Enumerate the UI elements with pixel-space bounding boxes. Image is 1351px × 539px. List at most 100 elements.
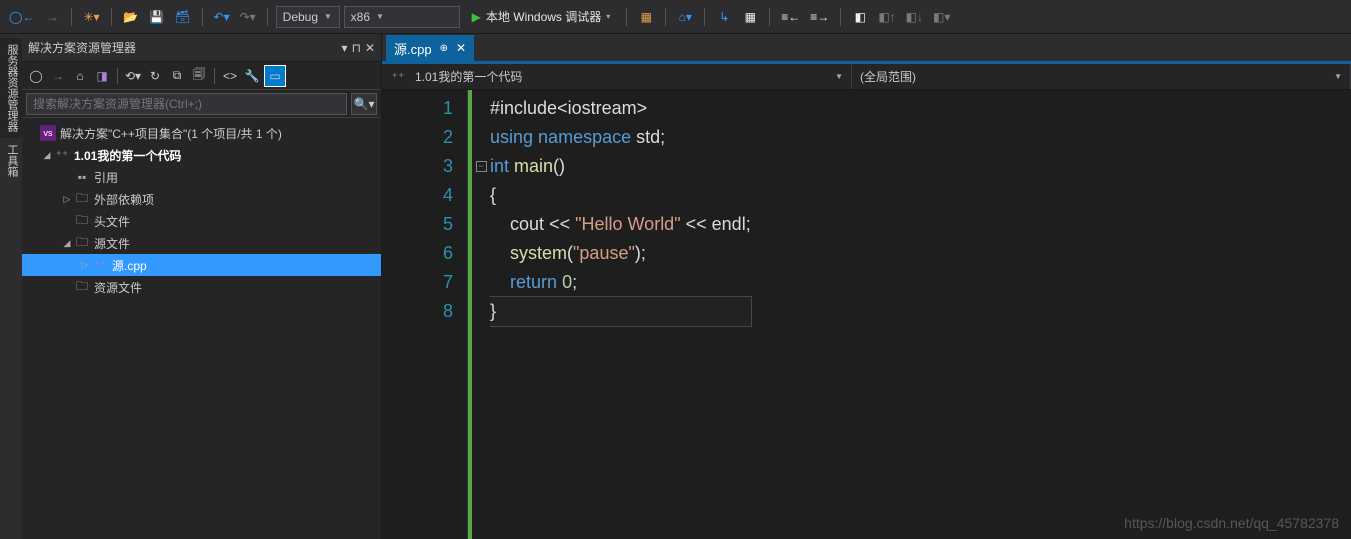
platform-dropdown[interactable]: x86▼ — [344, 6, 460, 28]
start-debug-button[interactable]: ▶ 本地 Windows 调试器 ▾ — [464, 6, 619, 28]
undo-icon[interactable]: ↶▾ — [211, 6, 233, 28]
code-token: system — [510, 243, 567, 263]
fold-column: − — [468, 90, 490, 539]
line-number: 3 — [382, 152, 453, 181]
new-project-icon[interactable]: ✳▾ — [80, 6, 102, 28]
show-all-icon[interactable]: 🗐 — [189, 66, 209, 86]
code-editor[interactable]: 1 2 3 4 5 6 7 8 − #include<iostream> usi… — [382, 90, 1351, 539]
folder-icon: 🗀 — [74, 279, 90, 295]
separator — [71, 8, 72, 26]
project-icon: ⁺⁺ — [390, 69, 406, 85]
code-icon[interactable]: <> — [220, 66, 240, 86]
toolbar-icon[interactable]: ▦ — [635, 6, 657, 28]
open-icon[interactable]: 📂 — [120, 6, 142, 28]
code-token: "Hello World" — [575, 214, 680, 234]
folder-icon: 🗀 — [74, 191, 90, 207]
member-label: (全局范围) — [860, 68, 916, 85]
resources-node[interactable]: 🗀资源文件 — [22, 276, 381, 298]
scope-dropdown[interactable]: ⁺⁺1.01我的第一个代码▼ — [382, 64, 852, 89]
code-token: return — [510, 272, 557, 292]
redo-icon[interactable]: ↷▾ — [237, 6, 259, 28]
watermark: https://blog.csdn.net/qq_45782378 — [1124, 515, 1339, 531]
toolbar-icon[interactable]: ◧▾ — [930, 6, 953, 28]
pin-icon[interactable]: ⊕ — [440, 43, 448, 54]
save-icon[interactable]: 💾 — [146, 6, 168, 28]
back-icon[interactable]: ◯ — [26, 66, 46, 86]
code-token: int — [490, 156, 509, 176]
outdent-icon[interactable]: ≡→ — [807, 6, 832, 28]
node-label: 头文件 — [94, 213, 130, 230]
back-icon[interactable]: ◯← — [6, 6, 37, 28]
sync-icon[interactable]: ⟲▾ — [123, 66, 143, 86]
references-icon: ▪▪ — [74, 169, 90, 185]
separator — [117, 68, 118, 84]
code-token: () — [553, 156, 565, 176]
config-value: Debug — [283, 10, 318, 24]
code-content[interactable]: #include<iostream> using namespace std; … — [490, 90, 751, 539]
play-icon: ▶ — [472, 10, 481, 24]
references-node[interactable]: ▪▪引用 — [22, 166, 381, 188]
forward-icon[interactable]: → — [41, 6, 63, 28]
toolbar-icon[interactable]: ↳ — [713, 6, 735, 28]
close-icon[interactable]: ✕ — [365, 41, 375, 55]
external-deps-node[interactable]: ▷🗀外部依赖项 — [22, 188, 381, 210]
code-token: ; — [572, 272, 577, 292]
code-token: ); — [635, 243, 646, 263]
fold-toggle[interactable]: − — [476, 161, 487, 172]
headers-node[interactable]: 🗀头文件 — [22, 210, 381, 232]
line-number: 5 — [382, 210, 453, 239]
toolbar-icon[interactable]: ◧↑ — [875, 6, 898, 28]
server-explorer-tab[interactable]: 服务器资源管理器 — [0, 38, 22, 138]
folder-icon: 🗀 — [74, 213, 90, 229]
node-label: 外部依赖项 — [94, 191, 154, 208]
line-number: 7 — [382, 268, 453, 297]
expand-icon[interactable]: ◢ — [40, 150, 54, 161]
properties-icon[interactable]: 🔧 — [242, 66, 262, 86]
close-icon[interactable]: ✕ — [456, 41, 466, 55]
chevron-down-icon: ▾ — [606, 12, 610, 21]
node-label: 解决方案"C++项目集合"(1 个项目/共 1 个) — [60, 125, 282, 142]
code-token: ; — [660, 127, 665, 147]
expand-icon[interactable]: ▷ — [78, 260, 92, 271]
toolbar-icon[interactable]: ◧↓ — [903, 6, 926, 28]
chevron-down-icon: ▼ — [835, 72, 843, 81]
separator — [626, 8, 627, 26]
switch-views-icon[interactable]: ◨ — [92, 66, 112, 86]
search-button[interactable]: 🔍▾ — [351, 93, 377, 115]
toolbar-icon[interactable]: ⌂▾ — [674, 6, 696, 28]
main-toolbar: ◯← → ✳▾ 📂 💾 🗃 ↶▾ ↷▾ Debug▼ x86▼ ▶ 本地 Wind… — [0, 0, 1351, 34]
line-number: 8 — [382, 297, 453, 326]
solution-node[interactable]: vs解决方案"C++项目集合"(1 个项目/共 1 个) — [22, 122, 381, 144]
sources-node[interactable]: ◢🗀源文件 — [22, 232, 381, 254]
toolbar-icon[interactable]: ▦ — [739, 6, 761, 28]
indent-icon[interactable]: ≡← — [778, 6, 803, 28]
debug-target-label: 本地 Windows 调试器 — [486, 8, 601, 25]
editor-tab[interactable]: 源.cpp ⊕ ✕ — [386, 35, 474, 61]
collapse-icon[interactable]: ⧉ — [167, 66, 187, 86]
line-number: 4 — [382, 181, 453, 210]
config-dropdown[interactable]: Debug▼ — [276, 6, 340, 28]
preview-icon[interactable]: ▭ — [264, 65, 286, 87]
expand-icon[interactable]: ▷ — [60, 194, 74, 205]
node-label: 1.01我的第一个代码 — [74, 147, 181, 164]
separator — [840, 8, 841, 26]
search-row: 🔍▾ — [22, 90, 381, 118]
node-label: 源.cpp — [112, 257, 147, 274]
code-token: main — [514, 156, 553, 176]
expand-icon[interactable]: ◢ — [60, 238, 74, 249]
forward-icon[interactable]: → — [48, 66, 68, 86]
project-node[interactable]: ◢⁺⁺1.01我的第一个代码 — [22, 144, 381, 166]
window-position-icon[interactable]: ▾ — [342, 41, 348, 55]
member-dropdown[interactable]: (全局范围)▼ — [852, 64, 1351, 89]
refresh-icon[interactable]: ↻ — [145, 66, 165, 86]
save-all-icon[interactable]: 🗃 — [172, 6, 194, 28]
search-input[interactable] — [26, 93, 347, 115]
toolbox-tab[interactable]: 工具箱 — [0, 138, 22, 183]
source-file-node[interactable]: ▷⁺⁺源.cpp — [22, 254, 381, 276]
pin-icon[interactable]: ⊓ — [352, 41, 361, 55]
node-label: 引用 — [94, 169, 118, 186]
code-token: << — [549, 214, 570, 234]
home-icon[interactable]: ⌂ — [70, 66, 90, 86]
bookmark-icon[interactable]: ◧ — [849, 6, 871, 28]
editor-tab-bar: 源.cpp ⊕ ✕ — [382, 34, 1351, 64]
